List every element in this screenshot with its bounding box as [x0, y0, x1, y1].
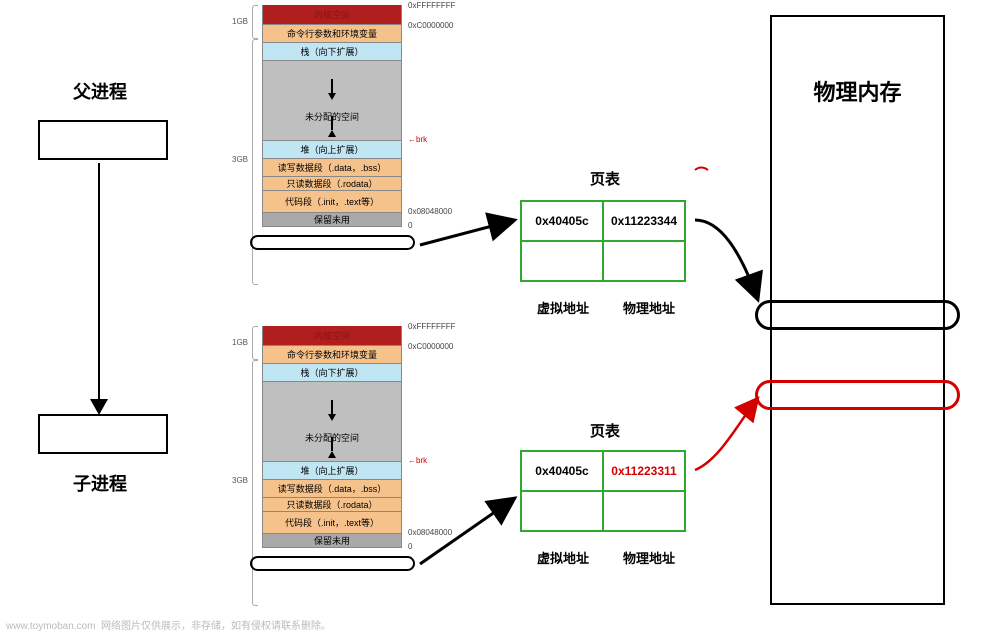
pt1-phys: 0x11223344 — [603, 201, 685, 241]
memory-layout-top: 1GB 3GB 内核空间 0xFFFFFFFF 命令行参数和环境变量 0xC00… — [262, 5, 402, 227]
highlight-rodata-top — [250, 235, 415, 250]
parent-process-label: 父进程 — [60, 78, 140, 104]
highlight-rodata-bottom — [250, 556, 415, 571]
pt1-phys-label: 物理地址 — [606, 298, 692, 317]
mem-args: 命令行参数和环境变量 0xC0000000 — [262, 25, 402, 43]
mem-rodata: 只读数据段（.rodata） — [262, 177, 402, 191]
footer-site: www.toymoban.com — [6, 621, 95, 632]
mem-stack: 栈（向下扩展） — [262, 43, 402, 61]
mem-rwdata: 读写数据段（.data，.bss） — [262, 159, 402, 177]
child-process-label: 子进程 — [60, 470, 140, 496]
phys-region-black — [755, 300, 960, 330]
pt2-phys-label: 物理地址 — [606, 548, 692, 567]
page-table-2: 0x40405c 0x11223311 — [520, 450, 686, 532]
pt2-virt-label: 虚拟地址 — [520, 548, 606, 567]
arrow-parent-to-child-head — [90, 399, 108, 415]
pt1-virt: 0x40405c — [521, 201, 603, 241]
pt1-virt-label: 虚拟地址 — [520, 298, 606, 317]
child-process-box — [38, 414, 168, 454]
page-table-1-title: 页表 — [530, 168, 680, 189]
mem-unalloc: 未分配的空间 — [262, 61, 402, 141]
page-table-2-title: 页表 — [530, 420, 680, 441]
phys-region-red — [755, 380, 960, 410]
pt2-phys: 0x11223311 — [603, 451, 685, 491]
parent-process-box — [38, 120, 168, 160]
pt2-virt: 0x40405c — [521, 451, 603, 491]
page-table-1: 0x40405c 0x11223344 — [520, 200, 686, 282]
mem-code: 代码段（.init，.text等） 0x08048000 — [262, 191, 402, 213]
memory-layout-bottom: 1GB 3GB 内核空间 0xFFFFFFFF 命令行参数和环境变量 0xC00… — [262, 326, 402, 548]
mem-reserved: 保留未用 0 — [262, 213, 402, 227]
physical-memory-label: 物理内存 — [775, 75, 940, 107]
footer-text: 网络图片仅供展示，非存储，如有侵权请联系删除。 — [101, 621, 331, 632]
mem-heap: 堆（向上扩展） ←brk — [262, 141, 402, 159]
footer: www.toymoban.com 网络图片仅供展示，非存储，如有侵权请联系删除。 — [6, 617, 331, 632]
mem-kernel: 内核空间 0xFFFFFFFF — [262, 5, 402, 25]
arrow-parent-to-child-line — [98, 163, 100, 407]
